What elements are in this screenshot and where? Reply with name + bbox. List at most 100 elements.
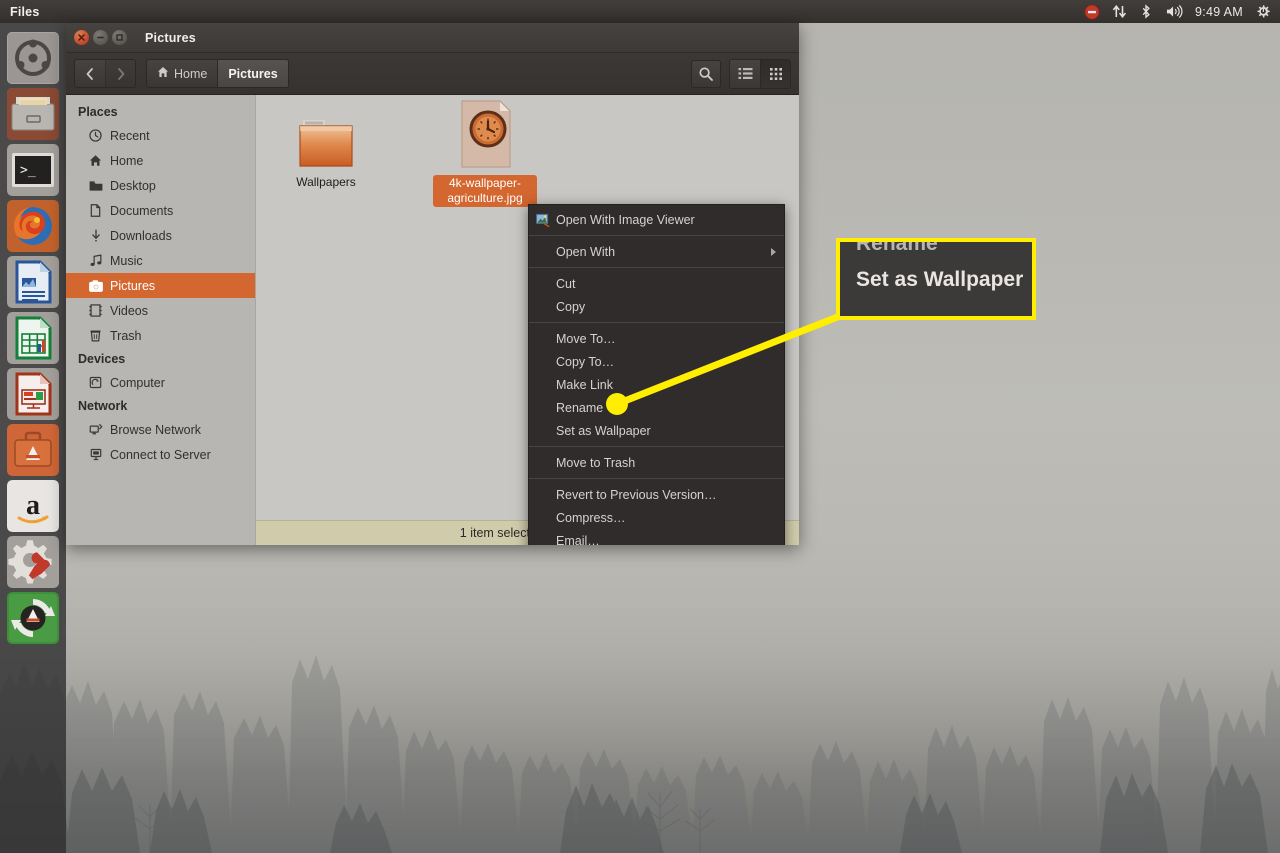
menu-separator [529, 235, 784, 236]
sidebar-item-browse-network[interactable]: Browse Network [66, 417, 255, 442]
forward-button[interactable] [105, 60, 135, 87]
context-menu: Open With Image Viewer Open With Cut Cop… [528, 204, 785, 545]
server-connect-icon [88, 447, 103, 462]
sidebar-item-label: Pictures [110, 278, 156, 293]
menu-item-label: Rename [556, 400, 604, 415]
sidebar-heading-places: Places [78, 105, 118, 119]
back-button[interactable] [75, 60, 105, 87]
document-icon [88, 203, 103, 218]
menu-item-label: Copy [556, 299, 586, 314]
menu-item-copy-to[interactable]: Copy To… [529, 350, 784, 373]
breadcrumb-home[interactable]: Home [147, 60, 218, 87]
wallpaper-forest-silhouette [0, 523, 1280, 853]
system-settings-icon[interactable] [7, 536, 59, 588]
menu-item-open-with-image-viewer[interactable]: Open With Image Viewer [529, 208, 784, 231]
toolbar-right-group [691, 58, 791, 89]
breadcrumb: Home Pictures [146, 59, 289, 88]
menu-item-label: Open With [556, 244, 616, 259]
network-indicator-icon[interactable] [1112, 0, 1127, 23]
file-item-label: 4k-wallpaper-agriculture.jpg [433, 175, 537, 207]
menu-item-copy[interactable]: Copy [529, 295, 784, 318]
sidebar-item-label: Desktop [110, 178, 156, 193]
menu-item-set-as-wallpaper[interactable]: Set as Wallpaper [529, 419, 784, 442]
home-icon [88, 153, 103, 168]
menu-item-rename[interactable]: Rename [529, 396, 784, 419]
messaging-indicator-icon[interactable] [1084, 0, 1100, 23]
volume-indicator-icon[interactable] [1165, 0, 1183, 23]
sidebar-item-connect-to-server[interactable]: Connect to Server [66, 442, 255, 467]
sidebar-heading-network: Network [78, 399, 128, 413]
menu-item-compress[interactable]: Compress… [529, 506, 784, 529]
film-icon [88, 303, 103, 318]
clock-icon [88, 128, 103, 143]
sidebar-item-trash[interactable]: Trash [66, 323, 255, 348]
callout-main-label: Set as Wallpaper [856, 268, 1024, 291]
window-maximize-button[interactable] [112, 30, 127, 45]
camera-icon [88, 278, 103, 293]
files-icon[interactable] [7, 88, 59, 140]
sidebar-item-downloads[interactable]: Downloads [66, 223, 255, 248]
search-button[interactable] [691, 59, 721, 88]
sidebar-item-documents[interactable]: Documents [66, 198, 255, 223]
software-updater-icon[interactable] [7, 592, 59, 644]
file-item-label: Wallpapers [296, 175, 356, 189]
firefox-icon[interactable] [7, 200, 59, 252]
image-viewer-icon [535, 212, 551, 228]
sidebar-item-label: Documents [110, 203, 174, 218]
menu-item-label: Revert to Previous Version… [556, 487, 717, 502]
panel-app-menu-title[interactable]: Files [10, 5, 40, 19]
list-view-button[interactable] [730, 59, 760, 88]
sidebar-item-videos[interactable]: Videos [66, 298, 255, 323]
view-mode-group [729, 58, 791, 89]
svg-text:a: a [26, 490, 40, 521]
menu-separator [529, 322, 784, 323]
window-titlebar: Pictures [66, 23, 799, 53]
window-minimize-button[interactable] [93, 30, 108, 45]
menu-item-revert-to-previous-version[interactable]: Revert to Previous Version… [529, 483, 784, 506]
sidebar-item-recent[interactable]: Recent [66, 123, 255, 148]
sidebar-item-home[interactable]: Home [66, 148, 255, 173]
menu-item-label: Copy To… [556, 354, 615, 369]
libreoffice-impress-icon[interactable] [7, 368, 59, 420]
folder-thumbnail [292, 109, 360, 171]
menu-item-open-with[interactable]: Open With [529, 240, 784, 263]
libreoffice-calc-icon[interactable] [7, 312, 59, 364]
computer-icon [88, 375, 103, 390]
sidebar-item-computer[interactable]: Computer [66, 370, 255, 395]
menu-item-label: Compress… [556, 510, 626, 525]
menu-item-make-link[interactable]: Make Link [529, 373, 784, 396]
clock-indicator[interactable]: 9:49 AM [1195, 0, 1243, 23]
menu-item-label: Move to Trash [556, 455, 636, 470]
files-window: Pictures Home Pictures Places Recent Hom… [66, 23, 799, 545]
menu-item-cut[interactable]: Cut [529, 272, 784, 295]
terminal-icon[interactable]: >_ [7, 144, 59, 196]
unity-launcher: >_ a [0, 23, 66, 853]
dash-home-icon[interactable] [7, 32, 59, 84]
file-item-4k-wallpaper-agriculture[interactable]: 4k-wallpaper-agriculture.jpg [433, 100, 537, 207]
grid-view-button[interactable] [760, 59, 790, 88]
sidebar-item-desktop[interactable]: Desktop [66, 173, 255, 198]
breadcrumb-pictures[interactable]: Pictures [217, 60, 288, 87]
menu-item-move-to-trash[interactable]: Move to Trash [529, 451, 784, 474]
power-gear-icon[interactable] [1255, 0, 1271, 23]
network-browse-icon [88, 422, 103, 437]
menu-item-label: Email… [556, 533, 600, 546]
sidebar-item-music[interactable]: Music [66, 248, 255, 273]
menu-item-move-to[interactable]: Move To… [529, 327, 784, 350]
bluetooth-indicator-icon[interactable] [1139, 0, 1153, 23]
file-item-wallpapers[interactable]: Wallpapers [274, 109, 378, 207]
download-arrow-icon [88, 228, 103, 243]
sidebar-heading-devices: Devices [78, 352, 126, 366]
menu-item-label: Open With Image Viewer [556, 212, 695, 227]
ubuntu-software-icon[interactable] [7, 424, 59, 476]
menu-item-email[interactable]: Email… [529, 529, 784, 546]
window-title: Pictures [145, 30, 196, 45]
sidebar-item-pictures[interactable]: Pictures [66, 273, 255, 298]
menu-item-label: Move To… [556, 331, 616, 346]
window-close-button[interactable] [74, 30, 89, 45]
libreoffice-writer-icon[interactable] [7, 256, 59, 308]
menu-item-label: Set as Wallpaper [556, 423, 651, 438]
sidebar-item-label: Recent [110, 128, 150, 143]
menu-item-label: Make Link [556, 377, 613, 392]
amazon-icon[interactable]: a [7, 480, 59, 532]
